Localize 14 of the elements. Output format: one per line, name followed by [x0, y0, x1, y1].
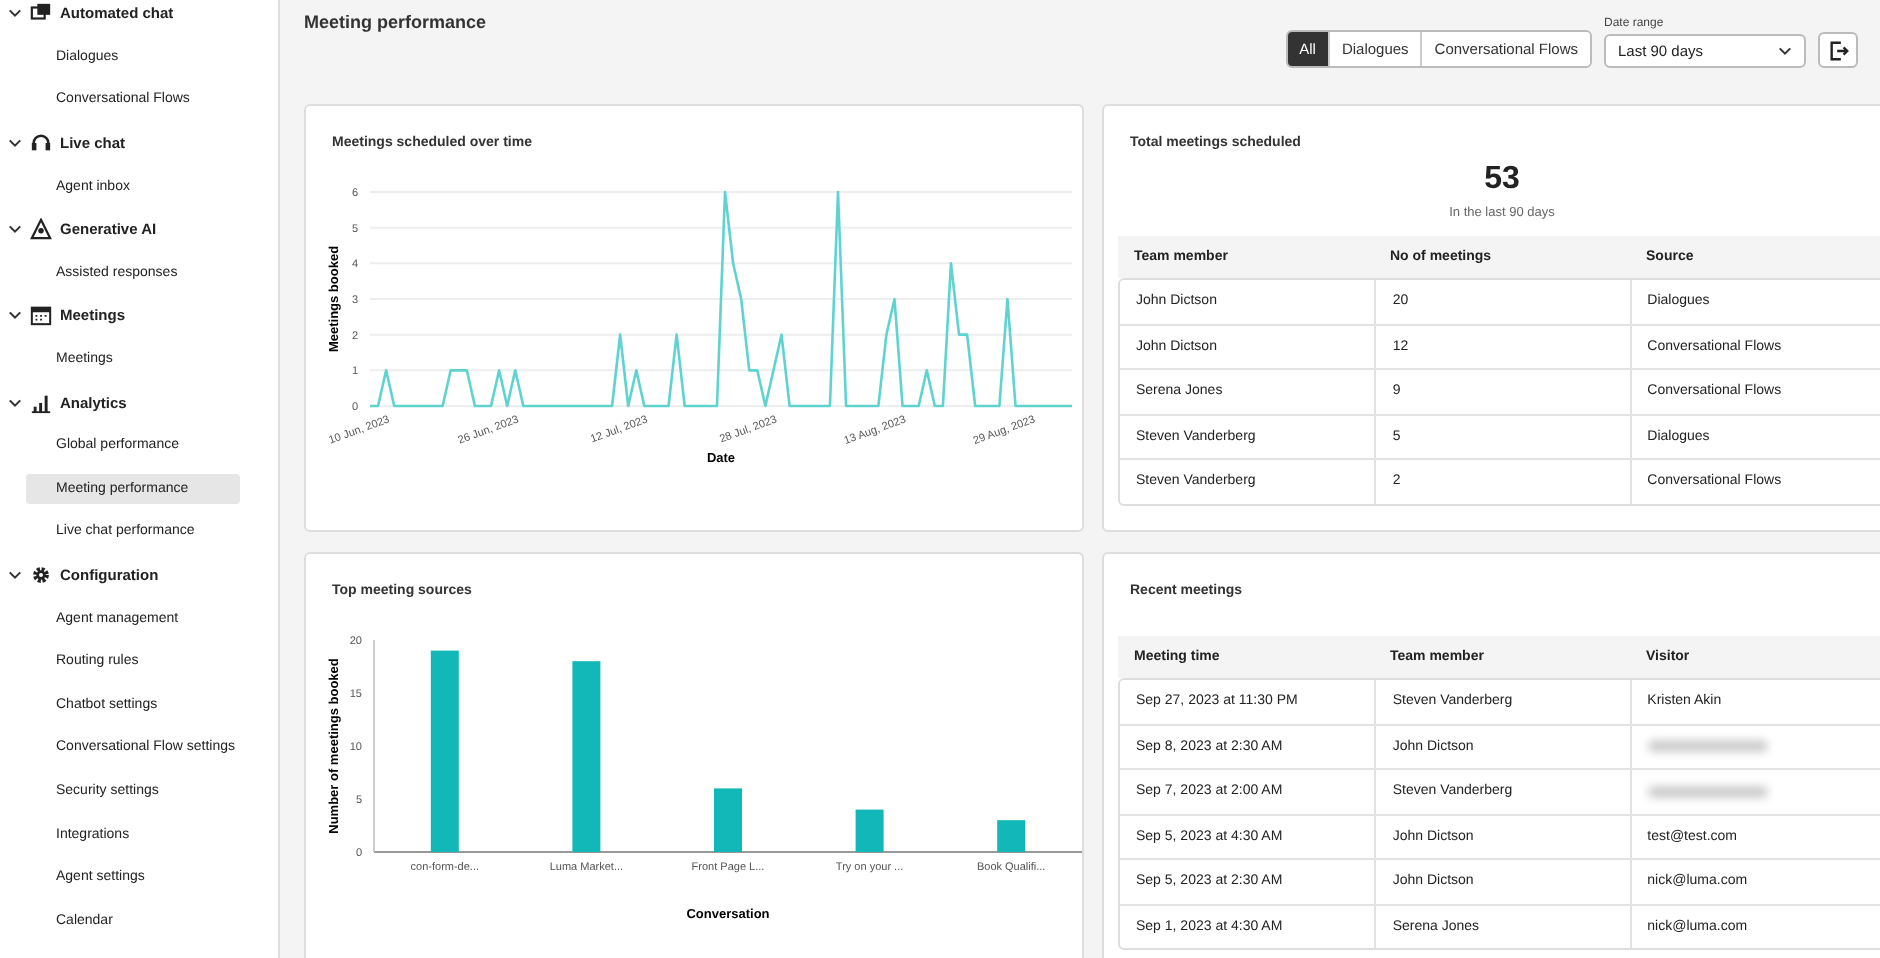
calendar-icon [30, 304, 52, 327]
gear-icon [30, 564, 52, 587]
page-title: Meeting performance [304, 12, 487, 36]
export-button[interactable] [1818, 32, 1858, 68]
windows-icon [30, 2, 52, 25]
bar [714, 788, 742, 852]
bar [855, 809, 884, 852]
triangle-icon [30, 218, 52, 241]
caret-icon [1778, 46, 1792, 56]
bar [997, 820, 1026, 852]
export-icon [1827, 39, 1849, 61]
bar-chart-icon [30, 391, 52, 414]
headset-icon [30, 132, 52, 155]
total-count: 53 [1482, 162, 1522, 198]
